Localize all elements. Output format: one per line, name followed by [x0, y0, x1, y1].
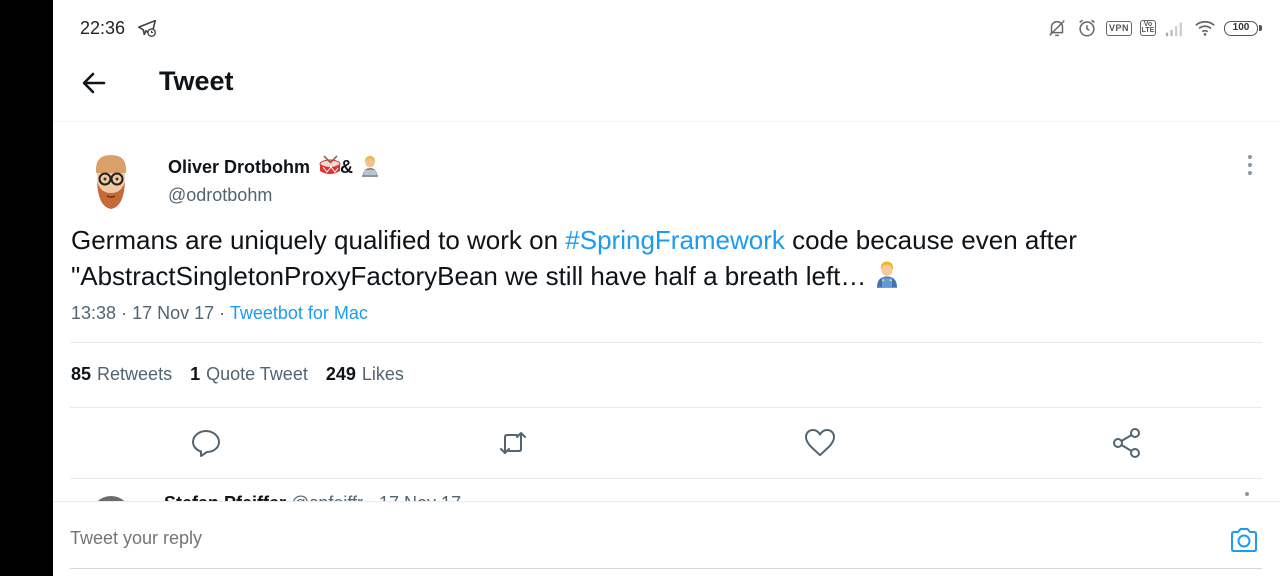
retweets-count: 85: [71, 364, 92, 384]
like-icon[interactable]: [803, 426, 837, 460]
app-header: Tweet: [53, 56, 1280, 122]
divider: [70, 407, 1262, 408]
farmer-emoji-icon: [877, 261, 898, 288]
retweet-icon[interactable]: [496, 426, 530, 460]
technologist-emoji-icon: [362, 156, 378, 177]
author-name-suffix: &: [340, 157, 353, 177]
reply-input[interactable]: [70, 528, 1170, 549]
retweets-stat[interactable]: 85 Retweets: [71, 364, 172, 385]
retweets-label: Retweets: [97, 364, 173, 384]
likes-count: 249: [325, 364, 356, 384]
reply-icon[interactable]: [189, 426, 223, 460]
status-time: 22:36: [80, 18, 126, 38]
twitter-screen: 22:36 VPN Vo LTE 100 Tweet Oliver Drotbo…: [53, 0, 1280, 576]
drum-emoji-icon: [319, 155, 341, 174]
meta-separator-1: ·: [121, 303, 128, 323]
page-title: Tweet: [159, 66, 234, 96]
tweet-text: Germans are uniquely qualified to work o…: [71, 222, 1251, 294]
author-avatar[interactable]: [86, 151, 136, 211]
share-icon[interactable]: [1110, 426, 1144, 460]
status-icons: VPN Vo LTE 100: [1046, 16, 1262, 40]
reply-underline: [70, 568, 1262, 569]
hashtag-link[interactable]: #SpringFramework: [565, 225, 785, 255]
volte-badge: Vo LTE: [1140, 20, 1156, 36]
reply-more-icon: [1245, 492, 1249, 496]
meta-separator-2: ·: [219, 303, 226, 323]
next-reply-preview[interactable]: Stefan Pfeiffer @spfeiffr · 17 Nov 17: [53, 480, 1280, 502]
status-bar: 22:36 VPN Vo LTE 100: [53, 0, 1280, 56]
quotes-count: 1: [190, 364, 201, 384]
quotes-stat[interactable]: 1 Quote Tweet: [190, 364, 308, 385]
author-handle[interactable]: @odrotbohm: [168, 185, 272, 206]
tweet-time: 13:38: [71, 303, 117, 323]
tweet-text-part1: Germans are uniquely qualified to work o…: [71, 225, 566, 255]
wifi-icon: [1195, 20, 1215, 36]
back-arrow-icon[interactable]: [77, 66, 111, 100]
likes-label: Likes: [361, 364, 404, 384]
tweet-date: 17 Nov 17: [132, 303, 215, 323]
tweet-stats: 85 Retweets 1 Quote Tweet 249 Likes: [71, 364, 404, 385]
alarm-icon: [1079, 19, 1095, 37]
battery-indicator: 100: [1224, 20, 1262, 36]
telegram-icon: [137, 19, 157, 37]
mute-icon: [1049, 20, 1065, 37]
likes-stat[interactable]: 249 Likes: [326, 364, 404, 385]
left-black-bar: [0, 0, 53, 576]
tweet-meta: 13:38 · 17 Nov 17 · Tweetbot for Mac: [71, 303, 368, 324]
tweet-source-link[interactable]: Tweetbot for Mac: [230, 303, 368, 323]
more-vertical-icon[interactable]: [1240, 152, 1260, 178]
camera-icon[interactable]: [1228, 524, 1260, 556]
reply-composer: [53, 501, 1280, 576]
vpn-badge: VPN: [1105, 20, 1132, 36]
author-name[interactable]: Oliver Drotbohm: [168, 157, 310, 178]
divider: [70, 478, 1262, 479]
tweet-actions: [53, 420, 1280, 466]
divider: [70, 342, 1262, 343]
quotes-label: Quote Tweet: [206, 364, 308, 384]
signal-icon: [1165, 22, 1182, 37]
